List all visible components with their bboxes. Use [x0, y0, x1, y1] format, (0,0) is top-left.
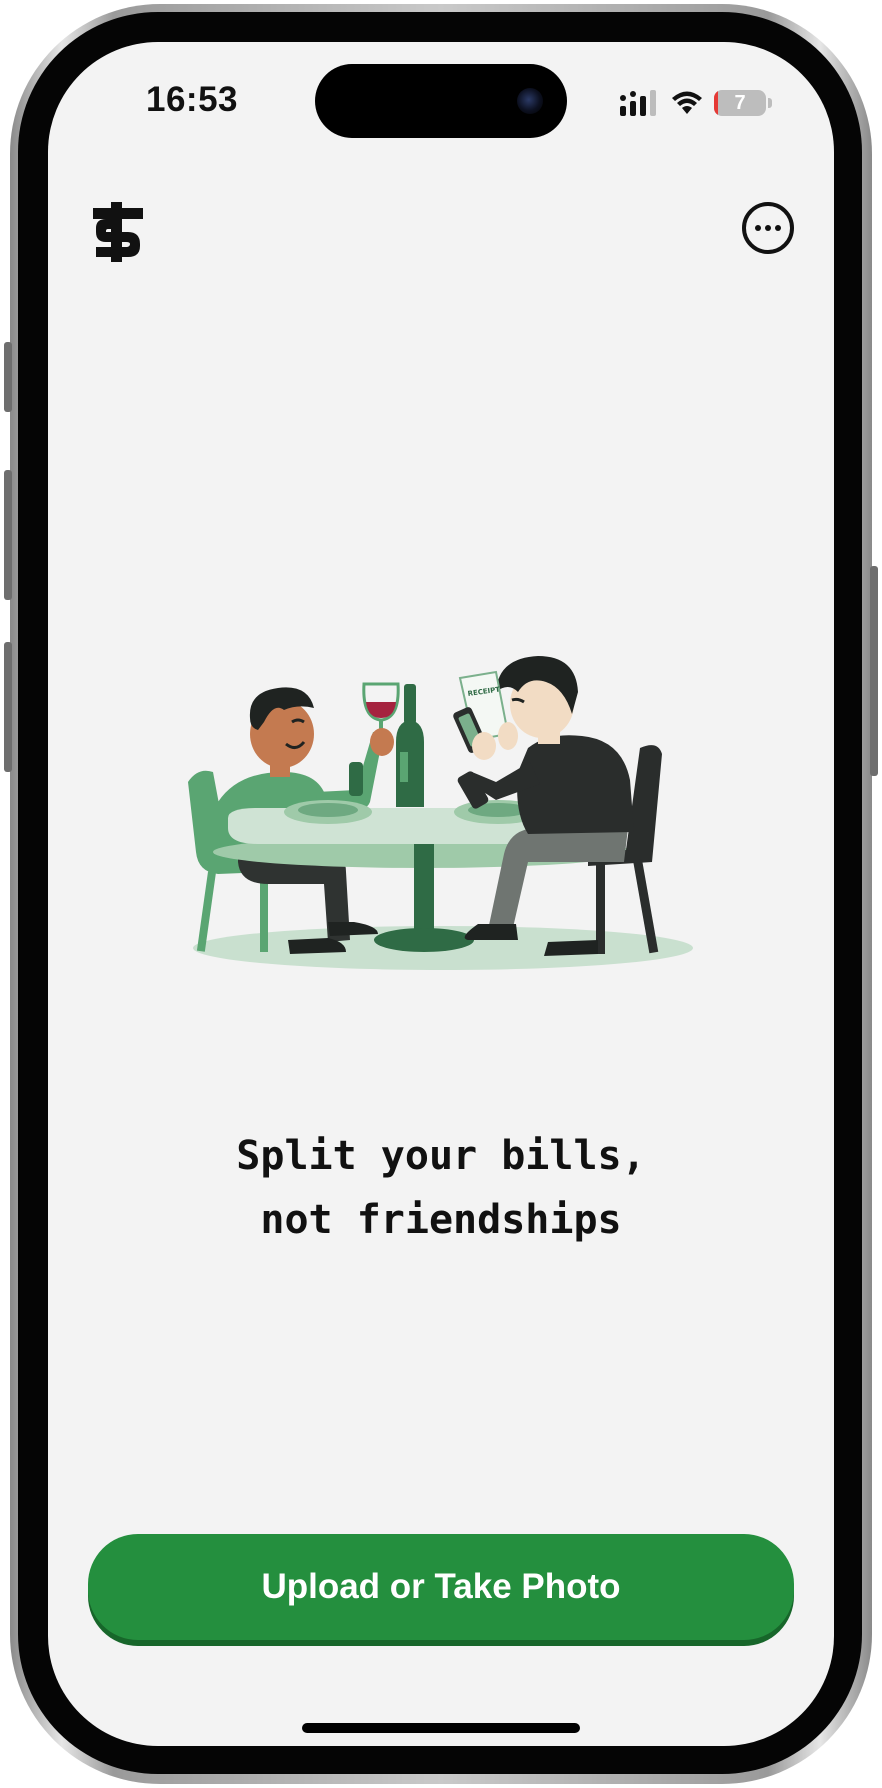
dollar-logo-icon — [88, 200, 152, 264]
signal-icon — [620, 90, 656, 116]
front-camera — [517, 88, 543, 114]
tagline-line-1: Split your bills, — [236, 1133, 646, 1179]
more-options-icon[interactable] — [742, 202, 794, 254]
two-people-at-dinner-table-illustration: RECEIPT — [188, 656, 693, 970]
app-screen: 16:53 7 RECEIPT Split your bills, not fr… — [48, 42, 834, 1746]
dynamic-island — [315, 64, 567, 138]
battery-fill — [714, 90, 718, 116]
volume-down-button — [4, 642, 12, 772]
battery-cap — [768, 98, 772, 108]
volume-up-button — [4, 470, 12, 600]
wifi-icon — [672, 91, 702, 114]
action-button — [4, 342, 12, 412]
more-dot — [765, 225, 771, 231]
power-button — [870, 566, 878, 776]
home-indicator[interactable] — [302, 1723, 580, 1733]
more-dot — [775, 225, 781, 231]
battery-level: 7 — [734, 91, 746, 114]
battery-icon: 7 — [714, 90, 766, 116]
upload-or-take-photo-button[interactable]: Upload or Take Photo — [88, 1534, 794, 1640]
tagline-line-2: not friendships — [260, 1197, 622, 1243]
status-time: 16:53 — [146, 80, 239, 119]
status-icons: 7 — [620, 88, 772, 118]
more-dot — [755, 225, 761, 231]
